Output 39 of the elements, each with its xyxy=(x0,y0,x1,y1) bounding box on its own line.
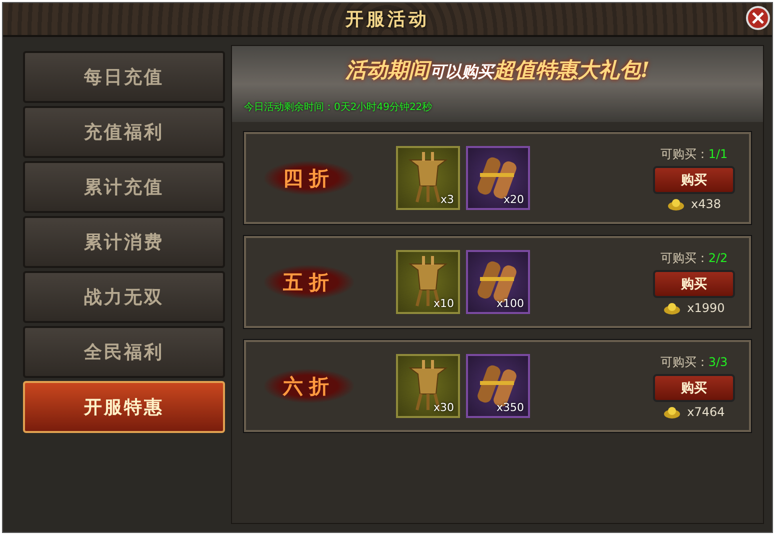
discount-label: 五折 xyxy=(264,265,354,299)
item-slot[interactable]: x30 xyxy=(396,354,460,418)
item-slot[interactable]: x20 xyxy=(466,146,530,210)
sidebar-tab[interactable]: 累计消费 xyxy=(23,216,225,268)
sidebar-tab[interactable]: 全民福利 xyxy=(23,326,225,378)
item-count: x3 xyxy=(440,193,454,206)
countdown-text: 今日活动剩余时间：0天2小时49分钟22秒 xyxy=(244,100,434,114)
discount-label: 四折 xyxy=(264,161,354,195)
item-slot[interactable]: x10 xyxy=(396,250,460,314)
buy-button[interactable]: 购买 xyxy=(653,374,735,402)
purchase-limit: 可购买：1/1 xyxy=(660,146,728,162)
window-title: 开服活动 xyxy=(346,8,430,31)
price-text: x1990 xyxy=(687,300,725,314)
sidebar-tab[interactable]: 累计充值 xyxy=(23,161,225,213)
buy-button[interactable]: 购买 xyxy=(653,166,735,194)
item-count: x30 xyxy=(433,401,454,414)
ingot-icon xyxy=(663,404,682,418)
item-count: x350 xyxy=(496,401,524,414)
banner-heading: 活动期间可以购买超值特惠大礼包! xyxy=(345,56,650,84)
price-text: x7464 xyxy=(687,404,725,418)
close-icon xyxy=(752,12,764,24)
item-count: x100 xyxy=(496,297,524,310)
item-slot[interactable]: x100 xyxy=(466,250,530,314)
price-text: x438 xyxy=(690,196,721,210)
item-count: x20 xyxy=(503,193,524,206)
ingot-icon xyxy=(663,300,682,314)
purchase-limit: 可购买：3/3 xyxy=(660,354,728,370)
item-count: x10 xyxy=(433,297,454,310)
sidebar-tab[interactable]: 战力无双 xyxy=(23,271,225,323)
item-slot[interactable]: x3 xyxy=(396,146,460,210)
close-button[interactable] xyxy=(746,6,770,30)
sidebar-tab[interactable]: 充值福利 xyxy=(23,106,225,158)
item-slot[interactable]: x350 xyxy=(466,354,530,418)
discount-label: 六折 xyxy=(264,369,354,403)
sidebar-tab[interactable]: 每日充值 xyxy=(23,51,225,103)
sidebar-tab[interactable]: 开服特惠 xyxy=(23,381,225,433)
purchase-limit: 可购买：2/2 xyxy=(660,250,728,266)
ingot-icon xyxy=(666,196,685,210)
buy-button[interactable]: 购买 xyxy=(653,270,735,298)
